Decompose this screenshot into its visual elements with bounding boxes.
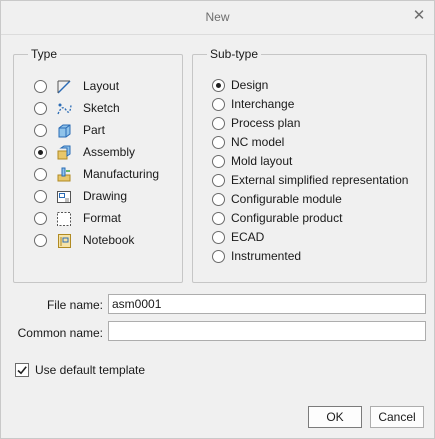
- instrumented-label: Instrumented: [231, 249, 302, 263]
- design-label: Design: [231, 78, 269, 92]
- assembly-icon: [57, 145, 71, 160]
- format-radio[interactable]: [34, 212, 47, 225]
- drawing-label: Drawing: [83, 189, 128, 203]
- ecad-radio[interactable]: [212, 231, 225, 244]
- configurable-module-label: Configurable module: [231, 192, 342, 206]
- mold-layout-radio[interactable]: [212, 155, 225, 168]
- layout-radio[interactable]: [34, 80, 47, 93]
- layout-label: Layout: [83, 79, 120, 93]
- configurable-product-radio[interactable]: [212, 212, 225, 225]
- instrumented-radio[interactable]: [212, 250, 225, 263]
- dialog-title: New: [205, 10, 230, 24]
- external-simplified-representation-label: External simplified representation: [231, 173, 409, 187]
- default-template-label: Use default template: [35, 363, 146, 377]
- mold-layout-label: Mold layout: [231, 154, 293, 168]
- title-bar: New ✕: [1, 1, 434, 35]
- manufacturing-icon: [57, 167, 71, 182]
- interchange-label: Interchange: [231, 97, 295, 111]
- layout-icon: [57, 80, 71, 94]
- assembly-radio[interactable]: [34, 146, 47, 159]
- close-icon[interactable]: ✕: [411, 8, 427, 24]
- notebook-icon: [58, 234, 71, 248]
- common-name-input[interactable]: [108, 321, 426, 341]
- sketch-radio[interactable]: [34, 102, 47, 115]
- format-label: Format: [83, 211, 122, 225]
- manufacturing-radio[interactable]: [34, 168, 47, 181]
- ecad-label: ECAD: [231, 230, 265, 244]
- file-name-input[interactable]: [108, 294, 426, 314]
- drawing-radio[interactable]: [34, 190, 47, 203]
- nc-model-label: NC model: [231, 135, 285, 149]
- subtype-group-label: Sub-type: [207, 47, 262, 61]
- common-name-label: Common name:: [17, 326, 103, 340]
- assembly-label: Assembly: [83, 145, 136, 159]
- part-label: Part: [83, 123, 106, 137]
- notebook-label: Notebook: [83, 233, 135, 247]
- process-plan-label: Process plan: [231, 116, 301, 130]
- configurable-module-radio[interactable]: [212, 193, 225, 206]
- type-group-label: Type: [28, 47, 61, 61]
- subtype-group: Sub-type: [192, 47, 427, 283]
- part-icon: [58, 124, 71, 138]
- default-template-checkbox[interactable]: [15, 363, 29, 377]
- sketch-label: Sketch: [83, 101, 120, 115]
- notebook-radio[interactable]: [34, 234, 47, 247]
- nc-model-radio[interactable]: [212, 136, 225, 149]
- configurable-product-label: Configurable product: [231, 211, 343, 225]
- process-plan-radio[interactable]: [212, 117, 225, 130]
- manufacturing-label: Manufacturing: [83, 167, 160, 181]
- file-name-label: File name:: [46, 298, 103, 312]
- ok-button[interactable]: OK: [308, 406, 362, 428]
- new-dialog: New ✕ Type Layout Sketch Part Assembly M…: [0, 0, 435, 439]
- checkmark-icon: [17, 366, 27, 375]
- part-radio[interactable]: [34, 124, 47, 137]
- design-radio[interactable]: [212, 79, 225, 92]
- format-icon: [57, 212, 71, 226]
- external-simplified-representation-radio[interactable]: [212, 174, 225, 187]
- cancel-button[interactable]: Cancel: [370, 406, 424, 428]
- drawing-icon: [57, 191, 71, 203]
- interchange-radio[interactable]: [212, 98, 225, 111]
- sketch-icon: [57, 103, 72, 115]
